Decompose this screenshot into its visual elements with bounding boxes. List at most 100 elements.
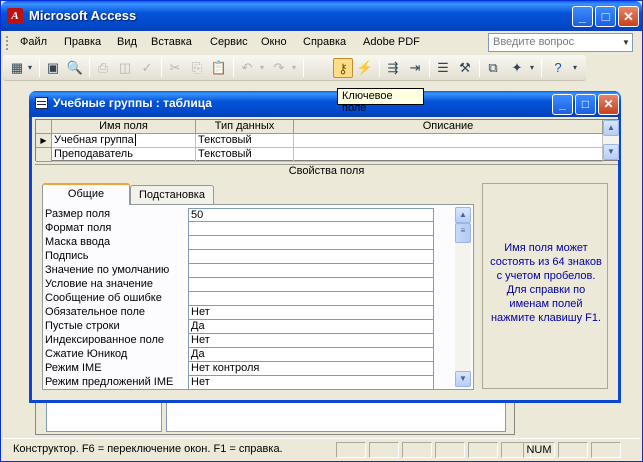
toolbar-separator bbox=[89, 59, 90, 77]
toolbar-separator bbox=[233, 59, 234, 77]
status-cell bbox=[435, 442, 465, 458]
data-type-cell[interactable]: Текстовый bbox=[196, 134, 294, 148]
redo-dropdown-icon[interactable]: ▾ bbox=[289, 58, 299, 78]
app-title: Microsoft Access bbox=[29, 8, 137, 23]
database-window-icon[interactable]: ⧉ bbox=[483, 58, 503, 78]
property-row: Маска ввода bbox=[45, 236, 457, 250]
spelling-icon[interactable]: ✓ bbox=[137, 58, 157, 78]
property-help-panel: Имя поля может состоять из 64 знаков с у… bbox=[482, 183, 608, 389]
property-value-field[interactable]: 50 bbox=[188, 208, 434, 222]
copy-icon[interactable]: ⎘ bbox=[187, 58, 207, 78]
description-cell[interactable] bbox=[294, 148, 603, 162]
properties-icon[interactable]: ☰ bbox=[433, 58, 453, 78]
property-value-field[interactable] bbox=[188, 264, 434, 278]
property-value-field[interactable] bbox=[188, 250, 434, 264]
primary-key-icon[interactable]: ⚷ bbox=[333, 58, 353, 78]
field-name-cell[interactable]: Учебная группа bbox=[52, 134, 196, 148]
property-value-field[interactable]: Нет bbox=[188, 376, 434, 390]
menu-adobe-pdf[interactable]: Adobe PDF bbox=[363, 36, 420, 48]
maximize-button[interactable]: □ bbox=[595, 6, 616, 27]
property-label: Маска ввода bbox=[45, 236, 111, 248]
property-value-field[interactable]: Да bbox=[188, 348, 434, 362]
property-label: Сообщение об ошибке bbox=[45, 292, 162, 304]
help-icon[interactable]: ? bbox=[548, 58, 568, 78]
help-dropdown-arrow-icon[interactable]: ▼ bbox=[620, 34, 632, 51]
toolbar-separator bbox=[161, 59, 162, 77]
property-label: Обязательное поле bbox=[45, 306, 146, 318]
property-value-field[interactable] bbox=[188, 278, 434, 292]
toolbar-separator bbox=[39, 59, 40, 77]
menu-edit[interactable]: Правка bbox=[64, 36, 101, 48]
property-row: Подпись bbox=[45, 250, 457, 264]
field-name-cell[interactable]: Преподаватель bbox=[52, 148, 196, 162]
status-bar: Конструктор. F6 = переключение окон. F1 … bbox=[3, 438, 640, 460]
undo-icon[interactable]: ↶ bbox=[237, 58, 257, 78]
tab-lookup[interactable]: Подстановка bbox=[130, 185, 214, 205]
grid-scrollbar[interactable]: ▲ ▼ bbox=[603, 120, 619, 160]
status-num-indicator: NUM bbox=[523, 442, 555, 458]
cut-icon[interactable]: ✂ bbox=[165, 58, 185, 78]
access-window: A Microsoft Access _ □ ✕ Файл Правка Вид… bbox=[0, 0, 643, 462]
menu-grip[interactable] bbox=[6, 36, 9, 50]
indexes-icon[interactable]: ⚡ bbox=[355, 58, 375, 78]
property-value-field[interactable] bbox=[188, 222, 434, 236]
menu-file[interactable]: Файл bbox=[20, 36, 47, 48]
scroll-down-icon[interactable]: ▼ bbox=[455, 371, 471, 387]
print-preview-icon[interactable]: ◫ bbox=[115, 58, 135, 78]
property-label: Сжатие Юникод bbox=[45, 348, 128, 360]
properties-scrollbar[interactable]: ▲ ≡ ▼ bbox=[455, 207, 471, 387]
save-icon[interactable]: ▣ bbox=[43, 58, 63, 78]
status-text: Конструктор. F6 = переключение окон. F1 … bbox=[13, 443, 283, 455]
table-maximize-button[interactable]: □ bbox=[575, 94, 596, 115]
app-title-bar[interactable]: A Microsoft Access _ □ ✕ bbox=[1, 1, 642, 31]
property-row: Пустые строки Да bbox=[45, 320, 457, 334]
table-minimize-button[interactable]: _ bbox=[552, 94, 573, 115]
redo-icon[interactable]: ↷ bbox=[269, 58, 289, 78]
menu-tools[interactable]: Сервис bbox=[210, 36, 248, 48]
scroll-up-icon[interactable]: ▲ bbox=[603, 120, 619, 136]
data-type-cell[interactable]: Текстовый bbox=[196, 148, 294, 162]
status-cell bbox=[591, 442, 621, 458]
menu-insert[interactable]: Вставка bbox=[151, 36, 192, 48]
paste-icon[interactable]: 📋 bbox=[209, 58, 229, 78]
new-object-icon[interactable]: ✦ bbox=[507, 58, 527, 78]
menu-view[interactable]: Вид bbox=[117, 36, 137, 48]
toolbar-separator bbox=[379, 59, 380, 77]
property-value-field[interactable]: Нет bbox=[188, 306, 434, 320]
table-close-button[interactable]: ✕ bbox=[598, 94, 619, 115]
search-file-icon[interactable]: 🔍 bbox=[65, 58, 85, 78]
view-dropdown-icon[interactable]: ▾ bbox=[25, 58, 35, 78]
undo-dropdown-icon[interactable]: ▾ bbox=[257, 58, 267, 78]
print-icon[interactable]: ⎙ bbox=[93, 58, 113, 78]
tab-general[interactable]: Общие bbox=[42, 183, 130, 205]
help-question-input[interactable]: Введите вопрос ▼ bbox=[488, 33, 633, 52]
property-value-field[interactable] bbox=[188, 292, 434, 306]
row-selector-current-icon[interactable]: ▶ bbox=[36, 134, 52, 148]
status-cell bbox=[336, 442, 366, 458]
description-cell[interactable] bbox=[294, 134, 603, 148]
grid-corner bbox=[36, 120, 52, 134]
row-selector[interactable] bbox=[36, 148, 52, 162]
table-window-title-bar[interactable]: Учебные группы : таблица _ □ ✕ bbox=[29, 91, 621, 117]
property-value-field[interactable] bbox=[188, 236, 434, 250]
build-icon[interactable]: ⚒ bbox=[455, 58, 475, 78]
property-value-field[interactable]: Нет bbox=[188, 334, 434, 348]
scroll-up-icon[interactable]: ▲ bbox=[455, 207, 471, 223]
column-header-field-name: Имя поля bbox=[52, 120, 196, 134]
delete-rows-icon[interactable]: ⇥ bbox=[405, 58, 425, 78]
menu-help[interactable]: Справка bbox=[303, 36, 346, 48]
primary-key-tooltip: Ключевое поле bbox=[337, 88, 424, 114]
toolbar-options-icon[interactable]: ▾ bbox=[569, 58, 581, 78]
scroll-thumb[interactable]: ≡ bbox=[455, 223, 471, 243]
property-row: Сообщение об ошибке bbox=[45, 292, 457, 306]
property-value-field[interactable]: Нет контроля bbox=[188, 362, 434, 376]
scroll-down-icon[interactable]: ▼ bbox=[603, 144, 619, 160]
property-value-field[interactable]: Да bbox=[188, 320, 434, 334]
menu-window[interactable]: Окно bbox=[261, 36, 287, 48]
insert-rows-icon[interactable]: ⇶ bbox=[383, 58, 403, 78]
close-button[interactable]: ✕ bbox=[618, 6, 639, 27]
new-object-dropdown-icon[interactable]: ▾ bbox=[527, 58, 537, 78]
property-row: Режим IME Нет контроля bbox=[45, 362, 457, 376]
minimize-button[interactable]: _ bbox=[572, 6, 593, 27]
view-icon[interactable]: ▦ bbox=[7, 58, 27, 78]
